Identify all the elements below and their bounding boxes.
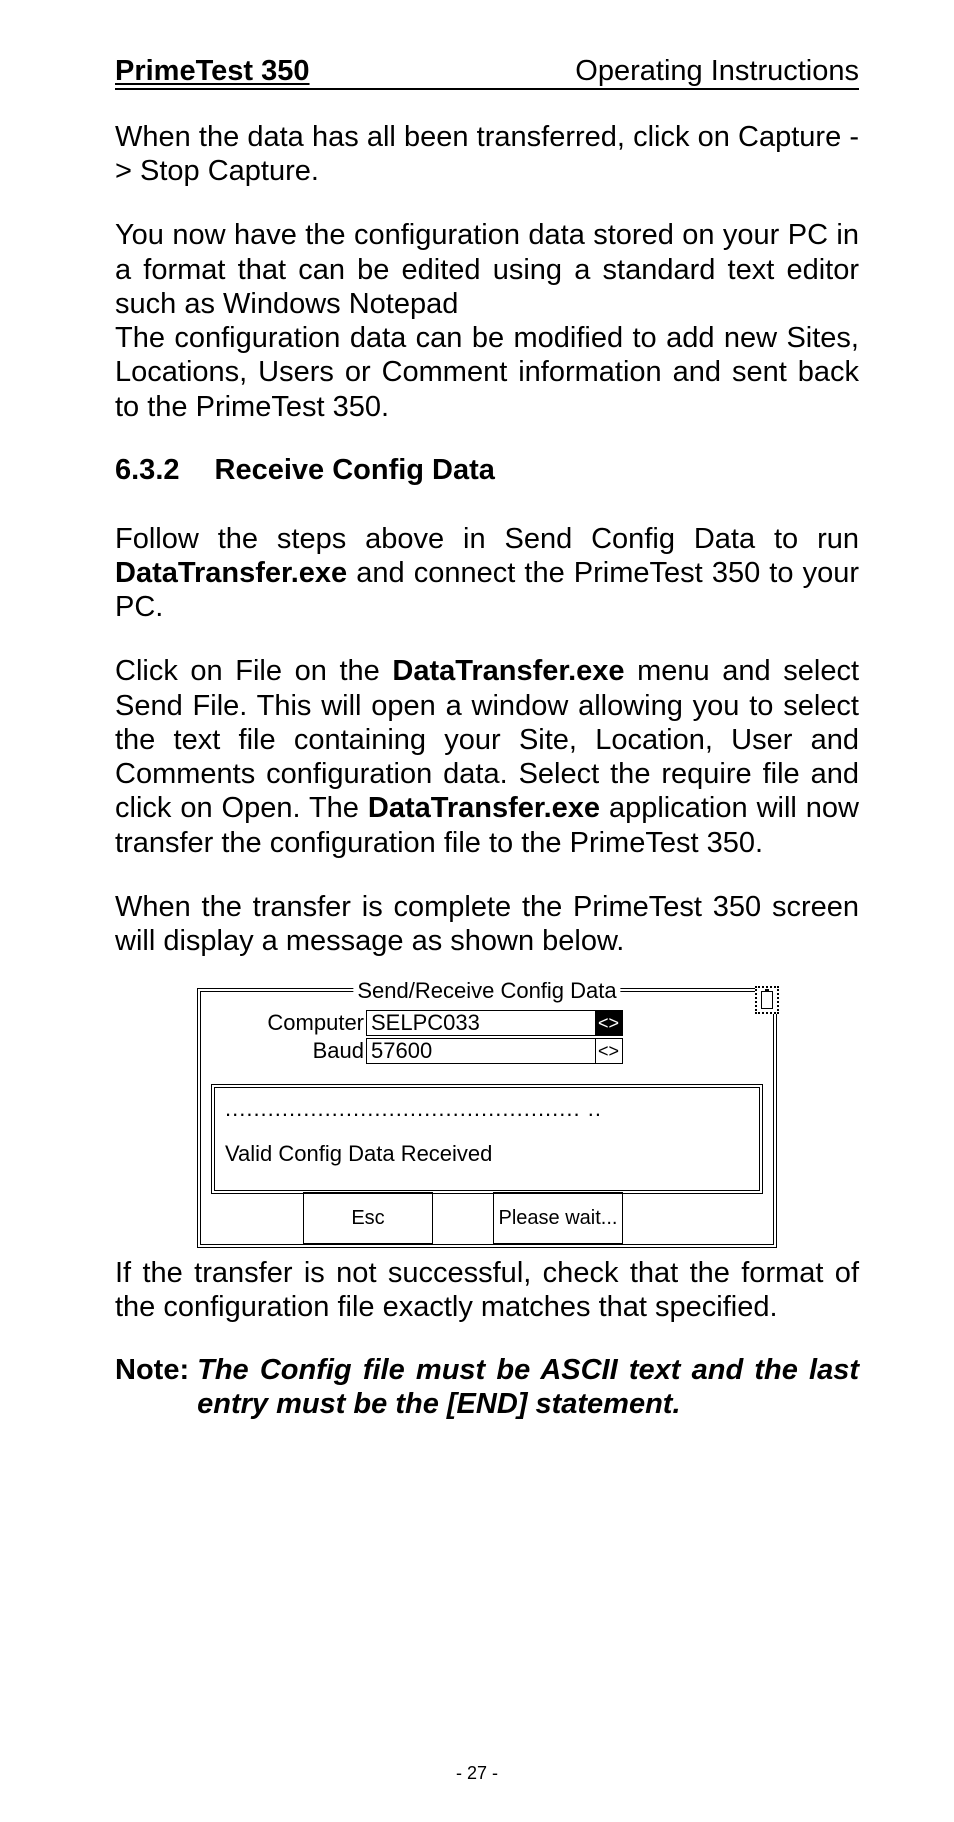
page-header: PrimeTest 350 Operating Instructions	[115, 55, 859, 90]
paragraph-4: Follow the steps above in Send Config Da…	[115, 522, 859, 625]
paragraph-2: You now have the configuration data stor…	[115, 218, 859, 321]
section-heading: 6.3.2 Receive Config Data	[115, 454, 859, 487]
p5a: Click on File on the	[115, 655, 392, 687]
esc-button[interactable]: Esc	[303, 1192, 433, 1244]
paragraph-5: Click on File on the DataTransfer.exe me…	[115, 654, 859, 859]
computer-arrow-icon: <>	[595, 1010, 623, 1036]
p5b: DataTransfer.exe	[392, 655, 624, 687]
note-label: Note:	[115, 1353, 189, 1421]
baud-value: 57600	[366, 1038, 596, 1064]
header-title-right: Operating Instructions	[575, 55, 859, 88]
page-number: - 27 -	[456, 1763, 498, 1784]
computer-label: Computer	[221, 1010, 366, 1036]
device-screenshot: Send/Receive Config Data Computer SELPC0…	[197, 988, 777, 1248]
paragraph-6: When the transfer is complete the PrimeT…	[115, 890, 859, 958]
device-screen-frame: Send/Receive Config Data Computer SELPC0…	[197, 988, 777, 1248]
paragraph-7: If the transfer is not successful, check…	[115, 1256, 859, 1324]
config-fields: Computer SELPC033 <> Baud 57600 <>	[201, 992, 773, 1076]
battery-icon	[755, 986, 779, 1014]
screen-title: Send/Receive Config Data	[353, 978, 620, 1004]
para4-pre: Follow the steps above in Send Config Da…	[115, 523, 859, 555]
section-title: Receive Config Data	[215, 454, 495, 486]
status-panel: ........................................…	[211, 1084, 763, 1194]
status-message: Valid Config Data Received	[225, 1139, 749, 1170]
baud-row: Baud 57600 <>	[221, 1038, 753, 1064]
p5d: DataTransfer.exe	[368, 792, 600, 824]
note-block: Note: The Config file must be ASCII text…	[115, 1353, 859, 1421]
para4-bold: DataTransfer.exe	[115, 557, 347, 589]
progress-dots: ........................................…	[225, 1094, 749, 1125]
paragraph-1: When the data has all been transferred, …	[115, 120, 859, 188]
baud-label: Baud	[221, 1038, 366, 1064]
paragraph-3: The configuration data can be modified t…	[115, 321, 859, 424]
section-number: 6.3.2	[115, 454, 180, 487]
header-title-left: PrimeTest 350	[115, 55, 310, 88]
please-wait-label: Please wait...	[493, 1192, 623, 1244]
note-body: The Config file must be ASCII text and t…	[197, 1353, 859, 1421]
computer-value: SELPC033	[366, 1010, 596, 1036]
computer-row: Computer SELPC033 <>	[221, 1010, 753, 1036]
baud-arrow-icon: <>	[595, 1038, 623, 1064]
button-row: Esc Please wait...	[201, 1192, 773, 1244]
